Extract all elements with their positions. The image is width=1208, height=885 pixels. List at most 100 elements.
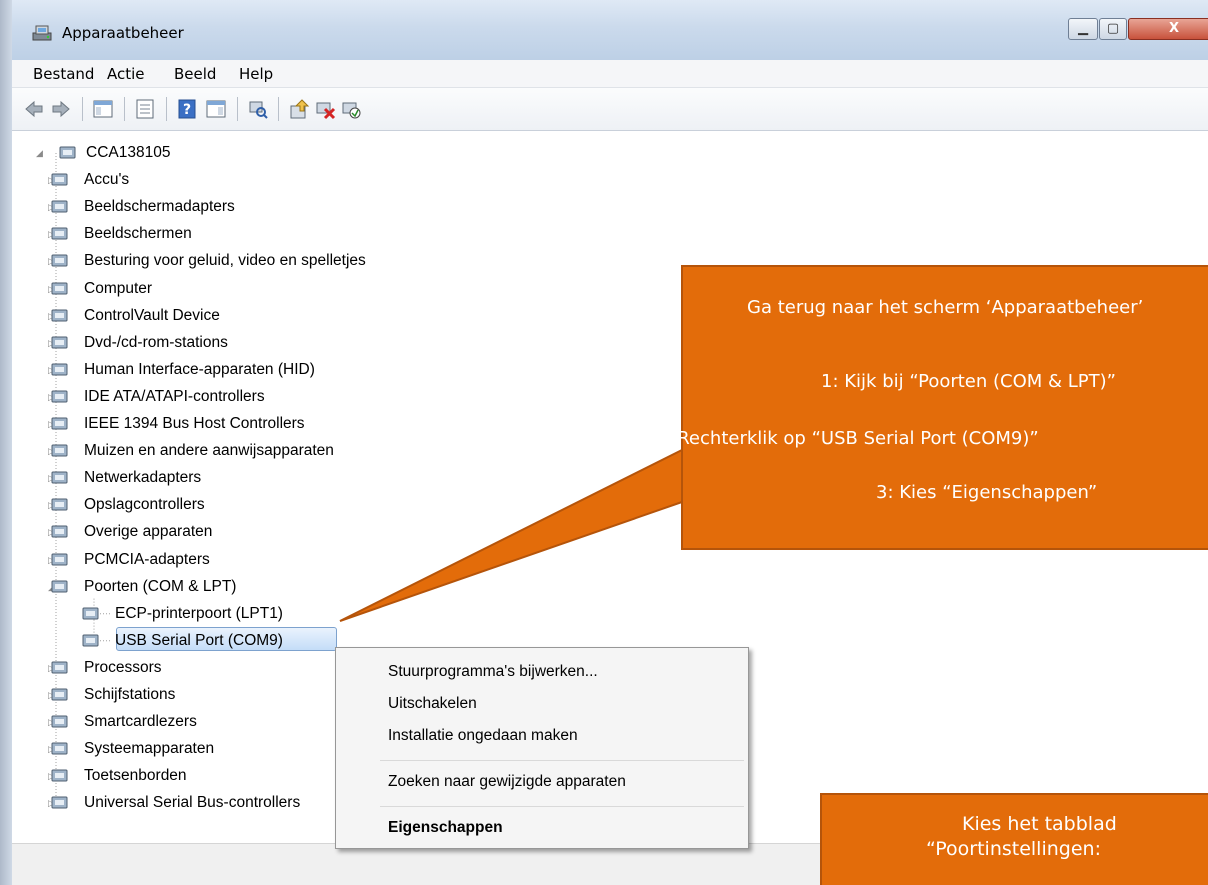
minimize-button[interactable]: ▁: [1068, 18, 1098, 40]
menu-item-properties[interactable]: Eigenschappen: [388, 814, 503, 842]
menu-item-uninstall[interactable]: Installatie ongedaan maken: [388, 722, 578, 750]
tree-category[interactable]: ▷ Opslagcontrollers: [48, 493, 408, 517]
hid-icon: [51, 363, 68, 376]
system-devices-icon: [51, 742, 68, 755]
instruction-callout: Ga terug naar het scherm ‘Apparaatbeheer…: [654, 265, 1208, 550]
tree-item-label: Accu's: [84, 171, 130, 189]
computer-root-icon: [59, 146, 76, 159]
show-hide-console-tree-icon[interactable]: [92, 98, 114, 120]
show-hide-action-pane-icon[interactable]: [205, 98, 227, 120]
maximize-button[interactable]: ▢: [1099, 18, 1127, 40]
tree-category[interactable]: ▷ Beeldschermen: [48, 222, 408, 246]
storage-controller-icon: [51, 498, 68, 511]
menu-item-scan-changes[interactable]: Zoeken naar gewijzigde apparaten: [388, 768, 626, 796]
toolbar-separator: [166, 97, 167, 121]
collapse-arrow-icon[interactable]: ◢: [36, 149, 44, 158]
mouse-icon: [51, 444, 68, 457]
toolbar-separator: [237, 97, 238, 121]
tree-item-label: ECP-printerpoort (LPT1): [115, 604, 283, 622]
forward-arrow-icon[interactable]: [50, 98, 72, 120]
smartcard-icon: [51, 715, 68, 728]
menu-bestand[interactable]: Bestand: [33, 65, 94, 83]
tree-root-label: CCA138105: [86, 144, 171, 161]
tree-item-label: Universal Serial Bus-controllers: [84, 794, 301, 812]
tab-instruction-callout: Kies het tabblad “Poortinstellingen:: [820, 793, 1208, 885]
toolbar: ?: [12, 88, 1208, 131]
close-button[interactable]: X: [1128, 18, 1208, 40]
menu-item-disable[interactable]: Uitschakelen: [388, 690, 477, 718]
uninstall-device-icon[interactable]: [314, 98, 336, 120]
port-icon: [82, 634, 99, 647]
tree-category[interactable]: ▷ ControlVault Device: [48, 304, 408, 328]
tree-category[interactable]: ▷ Computer: [48, 277, 408, 301]
port-icon: [51, 580, 68, 593]
computer-icon: [51, 282, 68, 294]
tree-item-label: Muizen en andere aanwijsapparaten: [84, 442, 334, 460]
tree-category[interactable]: ▷ Muizen en andere aanwijsapparaten: [48, 439, 408, 463]
menu-help[interactable]: Help: [239, 65, 273, 83]
menu-item-update-driver[interactable]: Stuurprogramma's bijwerken...: [388, 658, 598, 686]
callout-line: 2: Rechterklik op “USB Serial Port (COM9…: [654, 428, 1039, 449]
tree-item-label: Beeldschermen: [84, 225, 192, 243]
menu-separator: [380, 806, 744, 807]
tree-item-label: Poorten (COM & LPT): [84, 577, 237, 595]
callout-line: 1: Kijk bij “Poorten (COM & LPT)”: [821, 371, 1117, 392]
tree-category[interactable]: ◢ Poorten (COM & LPT): [48, 575, 408, 599]
tree-category[interactable]: ▷ Overige apparaten: [48, 520, 408, 544]
back-arrow-icon[interactable]: [23, 98, 45, 120]
tree-item-label: Toetsenborden: [84, 767, 187, 785]
tree-item-label: Dvd-/cd-rom-stations: [84, 333, 228, 351]
tree-root[interactable]: ◢ CCA138105: [36, 141, 236, 165]
tree-item-label: IEEE 1394 Bus Host Controllers: [84, 415, 305, 432]
tree-item-label: PCMCIA-adapters: [84, 550, 210, 568]
menu-beeld[interactable]: Beeld: [174, 65, 216, 83]
tree-item-label: ControlVault Device: [84, 306, 220, 324]
callout-line: 3: Kies “Eigenschappen”: [876, 482, 1098, 503]
toolbar-separator: [124, 97, 125, 121]
tree-child-item[interactable]: ECP-printerpoort (LPT1): [82, 602, 456, 626]
keyboard-icon: [51, 769, 68, 782]
battery-icon: [51, 173, 68, 186]
tree-category[interactable]: ▷ IDE ATA/ATAPI-controllers: [48, 385, 408, 409]
window-title: Apparaatbeheer: [62, 24, 184, 42]
disk-drive-icon: [51, 688, 68, 701]
tree-category[interactable]: ▷ IEEE 1394 Bus Host Controllers: [48, 412, 408, 436]
device-manager-icon: [32, 25, 52, 41]
disable-device-icon[interactable]: [340, 98, 362, 120]
tree-category[interactable]: ▷ PCMCIA-adapters: [48, 548, 408, 572]
menu-actie[interactable]: Actie: [107, 65, 145, 83]
toolbar-separator: [278, 97, 279, 121]
tree-category[interactable]: ▷ Besturing voor geluid, video en spellet…: [48, 249, 408, 273]
tree-category[interactable]: ▷ Netwerkadapters: [48, 466, 408, 490]
properties-icon[interactable]: [134, 98, 156, 120]
tree-category[interactable]: ▷ Accu's: [48, 168, 408, 192]
tree-category[interactable]: ▷ Human Interface-apparaten (HID): [48, 358, 408, 382]
tree-category[interactable]: ▷ Beeldschermadapters: [48, 195, 408, 219]
menu-bar: Bestand Actie Beeld Help: [12, 60, 1208, 88]
other-devices-icon: [51, 525, 68, 538]
callout-line: Ga terug naar het scherm ‘Apparaatbeheer…: [747, 297, 1144, 318]
tree-item-label: Human Interface-apparaten (HID): [84, 360, 315, 378]
update-driver-icon[interactable]: [288, 98, 310, 120]
context-menu: Stuurprogramma's bijwerken... Uitschakel…: [335, 647, 749, 849]
title-bar[interactable]: Apparaatbeheer ▁ ▢ X: [12, 0, 1208, 60]
usb-icon: [51, 796, 68, 809]
device-manager-window: Apparaatbeheer ▁ ▢ X Bestand Actie Beeld…: [0, 0, 1208, 885]
display-adapter-icon: [51, 200, 68, 213]
tree-category[interactable]: ▷ Dvd-/cd-rom-stations: [48, 331, 408, 355]
processor-icon: [51, 661, 68, 674]
window-left-frame: [0, 0, 12, 885]
controlvault-icon: [51, 309, 68, 322]
tree-item-label: IDE ATA/ATAPI-controllers: [84, 387, 265, 405]
scan-hardware-icon[interactable]: [247, 98, 269, 120]
callout-line: “Poortinstellingen:: [926, 838, 1101, 860]
tree-item-label: Computer: [84, 279, 153, 297]
dvd-drive-icon: [51, 336, 68, 349]
tree-item-label: Schijfstations: [84, 686, 176, 703]
tree-item-label: USB Serial Port (COM9): [115, 631, 283, 649]
ieee1394-icon: [51, 417, 68, 430]
network-adapter-icon: [51, 471, 68, 484]
tree-item-label: Netwerkadapters: [84, 469, 202, 487]
help-icon[interactable]: ?: [176, 98, 198, 120]
toolbar-separator: [82, 97, 83, 121]
